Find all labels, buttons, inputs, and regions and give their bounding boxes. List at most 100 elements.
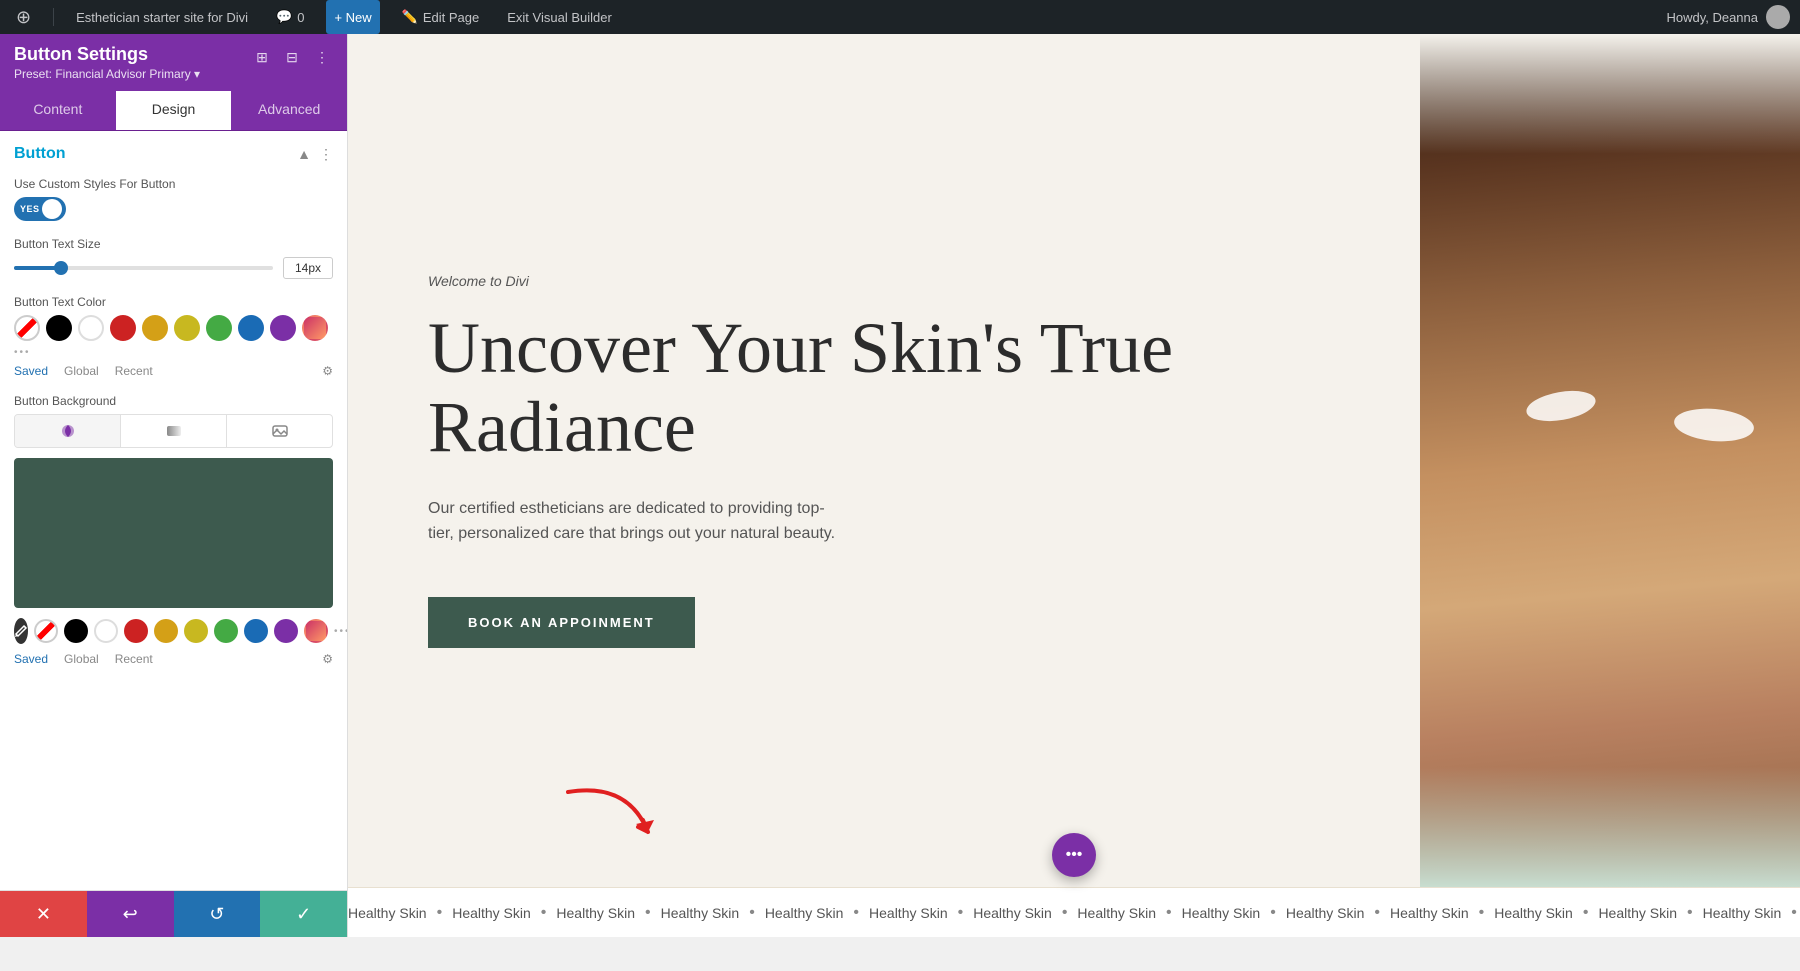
tab-content[interactable]: Content [0,91,116,130]
pen-icon [14,624,28,638]
bg-recent-label[interactable]: Recent [115,652,153,666]
color-settings-icon[interactable]: ⚙ [322,364,333,378]
collapse-icon[interactable]: ▲ [297,146,311,162]
bg-color-swatch-black[interactable] [64,619,88,643]
bg-color-swatch-red[interactable] [124,619,148,643]
redo-icon: ↺ [209,904,224,925]
bg-tab-color[interactable] [15,415,121,447]
hero-left: Welcome to Divi Uncover Your Skin's True… [348,34,1420,887]
section-more-icon[interactable]: ⋮ [319,146,333,163]
panel-footer: ✕ ↩ ↺ ✓ [0,890,347,937]
more-icon[interactable]: ⋮ [311,46,333,68]
bg-color-swatch-blue[interactable] [244,619,268,643]
text-size-row: Button Text Size 14px [14,237,333,279]
more-colors-dots[interactable]: ••• [14,347,31,358]
ticker-item-12: Healthy Skin [1494,905,1573,921]
hero-section: Welcome to Divi Uncover Your Skin's True… [348,34,1800,887]
save-button[interactable]: ✓ [260,891,347,937]
slider-row: 14px [14,257,333,279]
gradient-icon [166,423,182,439]
bg-more-dots[interactable]: ••• [334,626,347,637]
save-icon: ✓ [296,904,311,925]
tab-advanced[interactable]: Advanced [231,91,347,130]
bg-tab-image[interactable] [227,415,332,447]
bg-color-swatch-white[interactable] [94,619,118,643]
global-label[interactable]: Global [64,364,99,378]
arrow-svg [548,772,668,852]
undo-button[interactable]: ↩ [87,891,174,937]
cancel-icon: ✕ [36,904,51,925]
ticker-item-9: Healthy Skin [1182,905,1261,921]
color-swatch-gold[interactable] [142,315,168,341]
color-swatch-black[interactable] [46,315,72,341]
cancel-button[interactable]: ✕ [0,891,87,937]
recent-label[interactable]: Recent [115,364,153,378]
background-row: Button Background [14,394,333,666]
new-button[interactable]: + New [326,0,379,34]
custom-styles-toggle[interactable]: YES [14,197,66,221]
panel-header-left: Button Settings Preset: Financial Adviso… [14,44,200,81]
section-controls: ▲ ⋮ [297,146,333,163]
bg-tab-gradient[interactable] [121,415,227,447]
bottom-color-bar: ••• [14,618,333,650]
image-bottom-dress [1420,767,1800,887]
image-bg [1420,34,1800,887]
ticker-item-dup-2: Healthy Skin [1703,905,1782,921]
color-swatch-blue[interactable] [238,315,264,341]
exit-builder-link[interactable]: Exit Visual Builder [501,0,618,34]
hero-subtext: Our certified estheticians are dedicated… [428,496,848,547]
bg-color-swatch-gold[interactable] [154,619,178,643]
bg-saved-label[interactable]: Saved [14,652,48,666]
ticker-item-2: Healthy Skin [452,905,531,921]
cta-button[interactable]: BOOK AN APPOINMENT [428,597,695,648]
color-bucket-icon [60,423,76,439]
separator [53,8,54,26]
fullscreen-icon[interactable]: ⊞ [251,46,273,68]
panel-preset[interactable]: Preset: Financial Advisor Primary ▾ [14,67,200,81]
panel-body: Button ▲ ⋮ Use Custom Styles For Button … [0,131,347,890]
bg-color-swatch-transparent[interactable] [34,619,58,643]
toggle-knob [42,199,62,219]
ticker-item-10: Healthy Skin [1286,905,1365,921]
button-section-title: Button [14,145,66,163]
bg-color-swatch-purple[interactable] [274,619,298,643]
color-swatch-transparent[interactable] [14,315,40,341]
tab-design[interactable]: Design [116,91,232,130]
ticker-item-1: Healthy Skin [348,905,427,921]
fab-more-button[interactable]: ••• [1052,833,1096,877]
slider-thumb[interactable] [54,261,68,275]
site-name[interactable]: Esthetician starter site for Divi [70,0,254,34]
button-settings-panel: Button Settings Preset: Financial Adviso… [0,34,348,937]
text-color-swatches: ••• [14,315,333,358]
canvas-area: Welcome to Divi Uncover Your Skin's True… [348,34,1800,937]
text-size-slider[interactable] [14,266,273,270]
color-swatch-yellow[interactable] [174,315,200,341]
color-swatch-white[interactable] [78,315,104,341]
color-swatch-gradient[interactable] [302,315,328,341]
text-size-label: Button Text Size [14,237,333,251]
ticker-item-7: Healthy Skin [973,905,1052,921]
bg-color-settings-icon[interactable]: ⚙ [322,652,333,666]
color-swatch-green[interactable] [206,315,232,341]
bg-color-swatch-green[interactable] [214,619,238,643]
text-size-value[interactable]: 14px [283,257,333,279]
red-arrow-indicator [548,772,668,857]
image-icon [272,423,288,439]
bg-global-label[interactable]: Global [64,652,99,666]
pen-icon-btn[interactable] [14,618,28,644]
comments-link[interactable]: 💬 0 [270,0,310,34]
hero-heading[interactable]: Uncover Your Skin's True Radiance [428,309,1360,467]
bg-color-swatch-gradient[interactable] [304,619,328,643]
color-swatch-red[interactable] [110,315,136,341]
background-label: Button Background [14,394,333,408]
color-swatch-purple[interactable] [270,315,296,341]
saved-label[interactable]: Saved [14,364,48,378]
ticker-inner: Healthy Skin • Healthy Skin • Healthy Sk… [348,904,1800,922]
redo-button[interactable]: ↺ [174,891,261,937]
grid-icon[interactable]: ⊟ [281,46,303,68]
wp-logo[interactable]: ⊕ [10,0,37,34]
bg-color-swatch-yellow[interactable] [184,619,208,643]
toggle-wrap: YES [14,197,333,221]
edit-page-link[interactable]: ✏️ Edit Page [396,0,486,34]
admin-bar: ⊕ Esthetician starter site for Divi 💬 0 … [0,0,1800,34]
